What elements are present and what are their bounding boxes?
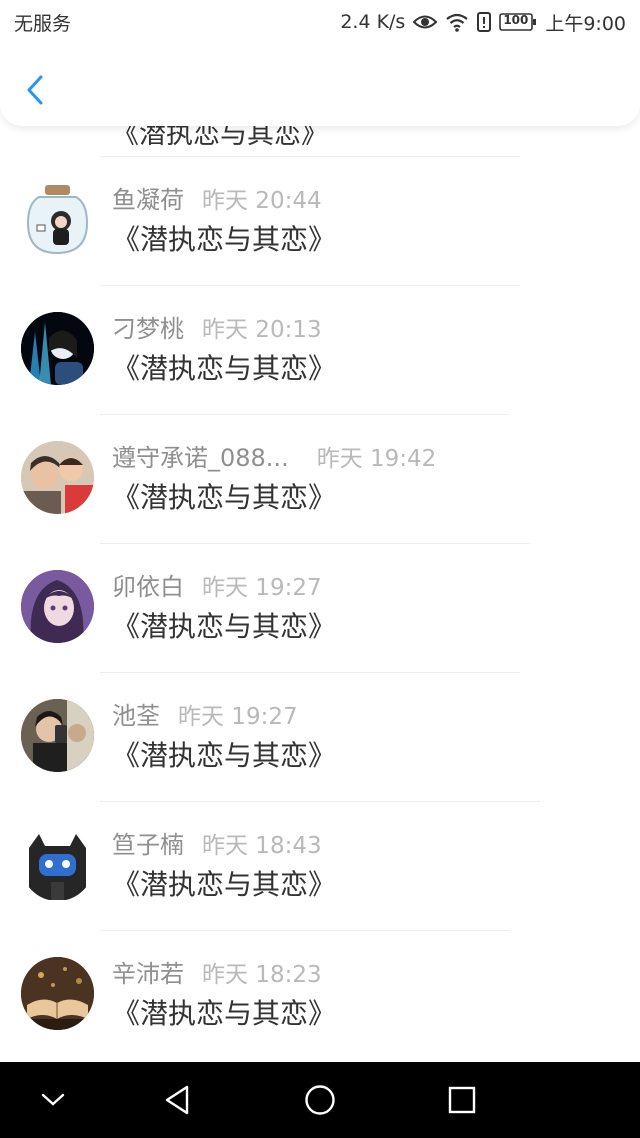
- row-header: 池荃 昨天 19:27: [112, 696, 298, 731]
- timestamp: 昨天 19:42: [316, 446, 437, 472]
- comment-text: 《潜执恋与其恋》: [112, 610, 337, 643]
- row-header: 卯依白 昨天 19:27: [112, 567, 322, 602]
- list-item[interactable]: 遵守承诺_088... 昨天 19:42 《潜执恋与其恋》: [0, 414, 640, 543]
- avatar[interactable]: [21, 441, 94, 514]
- comment-text: 《潜执恋与其恋》: [112, 481, 337, 514]
- avatar[interactable]: [21, 699, 94, 772]
- row-header: 笪子楠 昨天 18:43: [112, 825, 322, 860]
- nav-home-button[interactable]: [300, 1080, 340, 1120]
- status-bar: 无服务 2.4 K/s 100 上午9:00: [0, 0, 640, 44]
- user-name[interactable]: 遵守承诺_088...: [112, 438, 289, 473]
- user-name[interactable]: 辛沛若: [112, 954, 184, 989]
- timestamp: 昨天 19:27: [202, 575, 322, 601]
- header: [0, 44, 640, 126]
- recents-square-icon: [448, 1086, 476, 1114]
- battery-icon: 100: [499, 12, 537, 32]
- nav-bar: [0, 1062, 640, 1138]
- chevron-left-icon: [25, 74, 45, 106]
- app-screen: 无服务 2.4 K/s 100 上午9:00 《潜执恋与其恋》 鱼凝荷 昨天 2…: [0, 0, 640, 1138]
- timestamp: 昨天 20:44: [202, 188, 322, 214]
- user-name[interactable]: 刁梦桃: [112, 309, 184, 344]
- timestamp: 昨天 18:23: [202, 962, 322, 988]
- user-name[interactable]: 池荃: [112, 696, 160, 731]
- partial-comment: 《潜执恋与其恋》: [112, 126, 328, 150]
- comment-text: 《潜执恋与其恋》: [112, 223, 337, 256]
- status-right: 2.4 K/s 100 上午9:00: [340, 9, 626, 36]
- nav-recents-button[interactable]: [442, 1080, 482, 1120]
- home-circle-icon: [304, 1084, 336, 1116]
- timestamp: 昨天 18:43: [202, 833, 322, 859]
- list-item[interactable]: 辛沛若 昨天 18:23 《潜执恋与其恋》: [0, 930, 640, 1059]
- comment-text: 《潜执恋与其恋》: [112, 739, 337, 772]
- collapse-button[interactable]: [33, 1080, 73, 1120]
- comment-text: 《潜执恋与其恋》: [112, 868, 337, 901]
- row-header: 鱼凝荷 昨天 20:44: [112, 180, 322, 215]
- list-item[interactable]: 刁梦桃 昨天 20:13 《潜执恋与其恋》: [0, 285, 640, 414]
- list-item[interactable]: 鱼凝荷 昨天 20:44 《潜执恋与其恋》: [0, 156, 640, 285]
- comment-text: 《潜执恋与其恋》: [112, 997, 337, 1030]
- user-name[interactable]: 笪子楠: [112, 825, 184, 860]
- avatar[interactable]: [21, 183, 94, 256]
- list-item[interactable]: 笪子楠 昨天 18:43 《潜执恋与其恋》: [0, 801, 640, 930]
- clock: 上午9:00: [545, 12, 626, 35]
- user-name[interactable]: 鱼凝荷: [112, 180, 184, 215]
- comment-text: 《潜执恋与其恋》: [112, 352, 337, 385]
- row-header: 遵守承诺_088... 昨天 19:42: [112, 438, 436, 473]
- eye-icon: [413, 13, 438, 31]
- battery-level: 100: [503, 13, 529, 27]
- row-header: 辛沛若 昨天 18:23: [112, 954, 322, 989]
- comment-list[interactable]: 《潜执恋与其恋》 鱼凝荷 昨天 20:44 《潜执恋与其恋》 刁梦桃 昨天 20…: [0, 126, 640, 1062]
- wifi-icon: [445, 12, 469, 32]
- network-speed: 2.4 K/s: [340, 11, 406, 33]
- timestamp: 昨天 19:27: [178, 704, 298, 730]
- back-triangle-icon: [163, 1084, 191, 1116]
- row-header: 刁梦桃 昨天 20:13: [112, 309, 322, 344]
- avatar[interactable]: [21, 957, 94, 1030]
- timestamp: 昨天 20:13: [202, 317, 322, 343]
- list-item[interactable]: 池荃 昨天 19:27 《潜执恋与其恋》: [0, 672, 640, 801]
- list-item[interactable]: 卯依白 昨天 19:27 《潜执恋与其恋》: [0, 543, 640, 672]
- nav-back-button[interactable]: [157, 1080, 197, 1120]
- avatar[interactable]: [21, 570, 94, 643]
- avatar[interactable]: [21, 828, 94, 901]
- alert-icon: [477, 12, 492, 32]
- back-button[interactable]: [18, 70, 52, 110]
- collapse-icon: [40, 1092, 66, 1108]
- carrier-label: 无服务: [14, 12, 72, 35]
- avatar[interactable]: [21, 312, 94, 385]
- user-name[interactable]: 卯依白: [112, 567, 184, 602]
